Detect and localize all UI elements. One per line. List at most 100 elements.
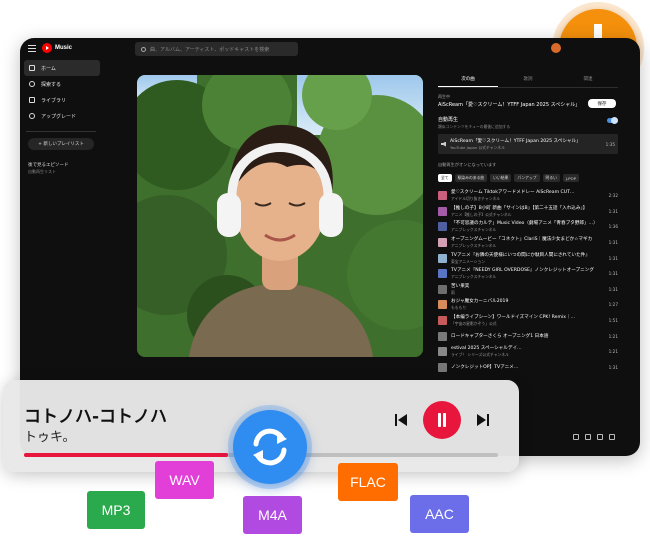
track-row[interactable]: 愛♡スクリーム Tiktokアワードメドレー AiScReam CUT… アイドル…: [438, 188, 618, 204]
expand-icon[interactable]: [609, 434, 615, 440]
chip-familiar[interactable]: 馴染みのある曲: [454, 174, 488, 182]
track-channel: もももり: [451, 305, 467, 311]
autoplay-row: 自動再生 類似コンテンツをキューの最後に追加する: [438, 116, 618, 130]
tab-related[interactable]: 関連: [558, 76, 618, 87]
track-row[interactable]: オープニングムービー「コネクト」ClariS｜魔法少女まどか☆マギカ アニプレック…: [438, 235, 618, 251]
home-icon: [29, 65, 35, 71]
track-list: 愛♡スクリーム Tiktokアワードメドレー AiScReam CUT… アイドル…: [438, 188, 618, 375]
track-thumbnail: [438, 331, 447, 341]
chip-jpop[interactable]: J-POP: [562, 174, 579, 182]
track-duration: 1:21: [608, 349, 618, 355]
track-channel: アニプレックスチャンネル: [451, 274, 497, 280]
format-aac[interactable]: AAC: [410, 495, 469, 533]
track-duration: 1:21: [608, 333, 618, 339]
compass-icon: [29, 81, 35, 87]
search-input[interactable]: 曲、アルバム、アーティスト、ポッドキャストを検索: [135, 42, 298, 56]
track-row[interactable]: TVアニメ『NEEDY GIRL OVERDOSE』ノンクレジットオープニングア…: [438, 266, 618, 282]
track-row[interactable]: おジャ魔女カーニバル2019 もももり 1:27: [438, 297, 618, 313]
sidebar-item-home[interactable]: ホーム: [24, 60, 100, 76]
chip-pump-up[interactable]: パンアップ: [514, 174, 540, 182]
track-row[interactable]: estival 2025 スペーシャルデイ… ライブ！ シリーズ公式チャンネル 1:…: [438, 344, 618, 360]
saved-episodes-title[interactable]: 後で見るエピソード: [28, 162, 102, 168]
track-channel: アイドル切り抜きチャンネル: [451, 196, 501, 202]
chip-good[interactable]: いい結果: [490, 174, 512, 182]
track-thumbnail: [438, 362, 447, 372]
track-row[interactable]: 【推しの子】B小町 新曲「サインはB」【第二十五話「入れ込み」】 アニメ【推しの子…: [438, 204, 618, 220]
sidebar-item-upgrade[interactable]: アップグレード: [24, 108, 100, 124]
track-row[interactable]: 【本編ライブシーン】ワールドイズマイン CPK! Remix｜… 「宇宙の星影かぞ…: [438, 313, 618, 329]
progress-fill: [24, 453, 228, 457]
tab-up-next[interactable]: 次の曲: [438, 76, 498, 87]
repeat-icon[interactable]: [585, 434, 591, 440]
tab-lyrics[interactable]: 歌詞: [498, 76, 558, 87]
track-duration: 1:31: [608, 364, 618, 370]
speaker-icon: [441, 141, 446, 147]
chip-bright[interactable]: 明るい: [542, 174, 560, 182]
song-artist: トゥキ。: [24, 430, 76, 445]
panel-tabs: 次の曲 歌詞 関連: [438, 76, 618, 88]
current-track-title: AiScReam「愛♡スクリーム！YTFF Japan 2025 スペシャル」: [450, 138, 581, 144]
track-channel: 雨: [451, 289, 455, 295]
pause-button[interactable]: [423, 401, 461, 439]
track-title: estival 2025 スペーシャルデイ…: [451, 346, 522, 352]
sidebar-item-library[interactable]: ライブラリ: [24, 92, 100, 108]
track-title: ノンクレジットOP】TVアニメ…: [451, 364, 519, 370]
current-track-row[interactable]: AiScReam「愛♡スクリーム！YTFF Japan 2025 スペシャル」 …: [438, 134, 618, 154]
next-track-icon[interactable]: [476, 413, 490, 427]
track-thumbnail: [438, 191, 447, 201]
track-title: TVアニメ『NEEDY GIRL OVERDOSE』ノンクレジットオープニング: [451, 268, 594, 274]
previous-track-icon[interactable]: [394, 413, 408, 427]
track-channel: ライブ！ シリーズ公式チャンネル: [451, 352, 509, 358]
track-duration: 1:31: [608, 286, 618, 292]
format-wav[interactable]: WAV: [155, 461, 214, 499]
track-title: 苦い果実: [451, 283, 470, 289]
hamburger-menu-icon[interactable]: [28, 45, 36, 52]
filter-chips: 全て 馴染みのある曲 いい結果 パンアップ 明るい J-POP: [438, 174, 618, 182]
track-duration: 1:51: [608, 318, 618, 324]
save-button[interactable]: 保存: [588, 99, 616, 108]
divider: [26, 131, 96, 132]
chip-all[interactable]: 全て: [438, 174, 452, 182]
convert-button[interactable]: [233, 410, 307, 484]
format-flac[interactable]: FLAC: [338, 463, 398, 501]
shuffle-icon[interactable]: [597, 434, 603, 440]
track-title: 愛♡スクリーム Tiktokアワードメドレー AiScReam CUT…: [451, 190, 575, 196]
track-title: 「不可思議のカルテ」Music Video（劇場アニメ「青春ブタ野郎」…）: [451, 221, 598, 227]
track-thumbnail: [438, 206, 447, 216]
track-channel: アニプレックスチャンネル: [451, 227, 497, 233]
track-title: TVアニメ『お隣の天使様にいつの間にか駄目人間にされていた件』: [451, 252, 590, 258]
track-row[interactable]: 「不可思議のカルテ」Music Video（劇場アニメ「青春ブタ野郎」…） アニプ…: [438, 219, 618, 235]
track-title: 【本編ライブシーン】ワールドイズマイン CPK! Remix｜…: [451, 315, 576, 321]
track-duration: 1:36: [608, 224, 618, 230]
track-thumbnail: [438, 222, 447, 232]
avatar[interactable]: [551, 43, 561, 53]
sidebar-item-explore[interactable]: 探索する: [24, 76, 100, 92]
current-track-duration: 1:35: [605, 141, 615, 147]
format-mp3[interactable]: MP3: [87, 491, 145, 529]
search-icon: [141, 46, 146, 52]
album-art: [137, 75, 423, 357]
track-row[interactable]: 苦い果実雨 1:31: [438, 282, 618, 298]
autoplay-title: 自動再生: [438, 117, 459, 123]
volume-icon[interactable]: [573, 434, 579, 440]
track-channel: 東宝アニメーション: [451, 258, 486, 264]
window-bottom-controls: [573, 434, 615, 440]
library-icon: [29, 97, 35, 103]
format-m4a[interactable]: M4A: [243, 496, 302, 534]
autoplay-toggle[interactable]: [607, 117, 618, 124]
track-channel: 「宇宙の星影かぞう」公式: [451, 321, 497, 327]
track-thumbnail: [438, 316, 447, 326]
track-duration: 1:31: [608, 271, 618, 277]
music-logo[interactable]: Music: [42, 43, 72, 53]
track-row[interactable]: ロードキャプターさくら オープニング1 日本語 1:21: [438, 328, 618, 344]
track-title: オープニングムービー「コネクト」ClariS｜魔法少女まどか☆マギカ: [451, 237, 593, 243]
sync-icon: [253, 428, 287, 466]
track-row[interactable]: TVアニメ『お隣の天使様にいつの間にか駄目人間にされていた件』 東宝アニメーション…: [438, 250, 618, 266]
sidebar-item-label: アップグレード: [41, 113, 77, 120]
track-title: 【推しの子】B小町 新曲「サインはB」【第二十五話「入れ込み」】: [451, 205, 588, 211]
track-title: おジャ魔女カーニバル2019: [451, 299, 509, 305]
track-row[interactable]: ノンクレジットOP】TVアニメ… 1:31: [438, 360, 618, 376]
track-thumbnail: [438, 284, 447, 294]
new-playlist-button[interactable]: + 新しいプレイリスト: [28, 138, 94, 150]
upgrade-icon: [29, 113, 35, 119]
